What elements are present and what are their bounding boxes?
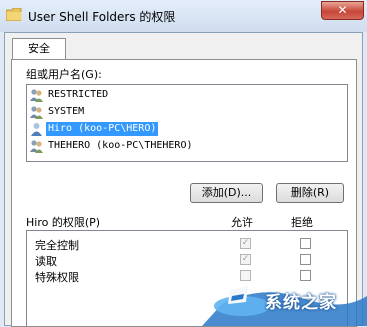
window-title: User Shell Folders 的权限 bbox=[28, 10, 176, 24]
user-icon bbox=[31, 123, 42, 136]
list-item-label: RESTRICTED bbox=[48, 89, 109, 100]
user-group-icon bbox=[30, 89, 43, 102]
groups-label: 组或用户名(G): bbox=[26, 68, 102, 81]
watermark-text: 系统之家 bbox=[265, 293, 337, 313]
list-item[interactable]: THEHERO (koo-PC\THEHERO) bbox=[27, 138, 347, 154]
list-item-label: Hiro (koo-PC\HERO) bbox=[46, 122, 159, 136]
folder-icon bbox=[6, 8, 22, 21]
deny-checkbox[interactable] bbox=[300, 254, 311, 265]
deny-checkbox[interactable] bbox=[300, 238, 311, 249]
title-bar: User Shell Folders 的权限 ✕ bbox=[0, 0, 367, 32]
user-group-icon bbox=[30, 106, 43, 119]
close-button[interactable]: ✕ bbox=[321, 1, 364, 20]
permission-name: 完全控制 bbox=[35, 239, 79, 252]
list-item-label: SYSTEM bbox=[48, 106, 85, 117]
tab-security[interactable]: 安全 bbox=[12, 38, 66, 60]
list-item[interactable]: RESTRICTED bbox=[27, 87, 347, 103]
allow-checkbox: ✓ bbox=[240, 254, 251, 265]
groups-list[interactable]: RESTRICTED SYSTEM Hiro (koo-PC\HERO) THE… bbox=[26, 84, 348, 162]
list-item-selected[interactable]: Hiro (koo-PC\HERO) bbox=[27, 121, 347, 137]
permission-name: 特殊权限 bbox=[35, 271, 79, 284]
user-group-icon bbox=[30, 140, 43, 153]
permission-name: 读取 bbox=[35, 255, 57, 268]
deny-column-header: 拒绝 bbox=[291, 216, 313, 229]
allow-column-header: 允许 bbox=[231, 216, 253, 229]
allow-checkbox: ✓ bbox=[240, 238, 251, 249]
permissions-label: Hiro 的权限(P) bbox=[26, 216, 101, 229]
add-button[interactable]: 添加(D)... bbox=[190, 183, 263, 203]
list-item[interactable]: SYSTEM bbox=[27, 104, 347, 120]
remove-button[interactable]: 删除(R) bbox=[276, 183, 344, 203]
list-item-label: THEHERO (koo-PC\THEHERO) bbox=[48, 140, 193, 151]
